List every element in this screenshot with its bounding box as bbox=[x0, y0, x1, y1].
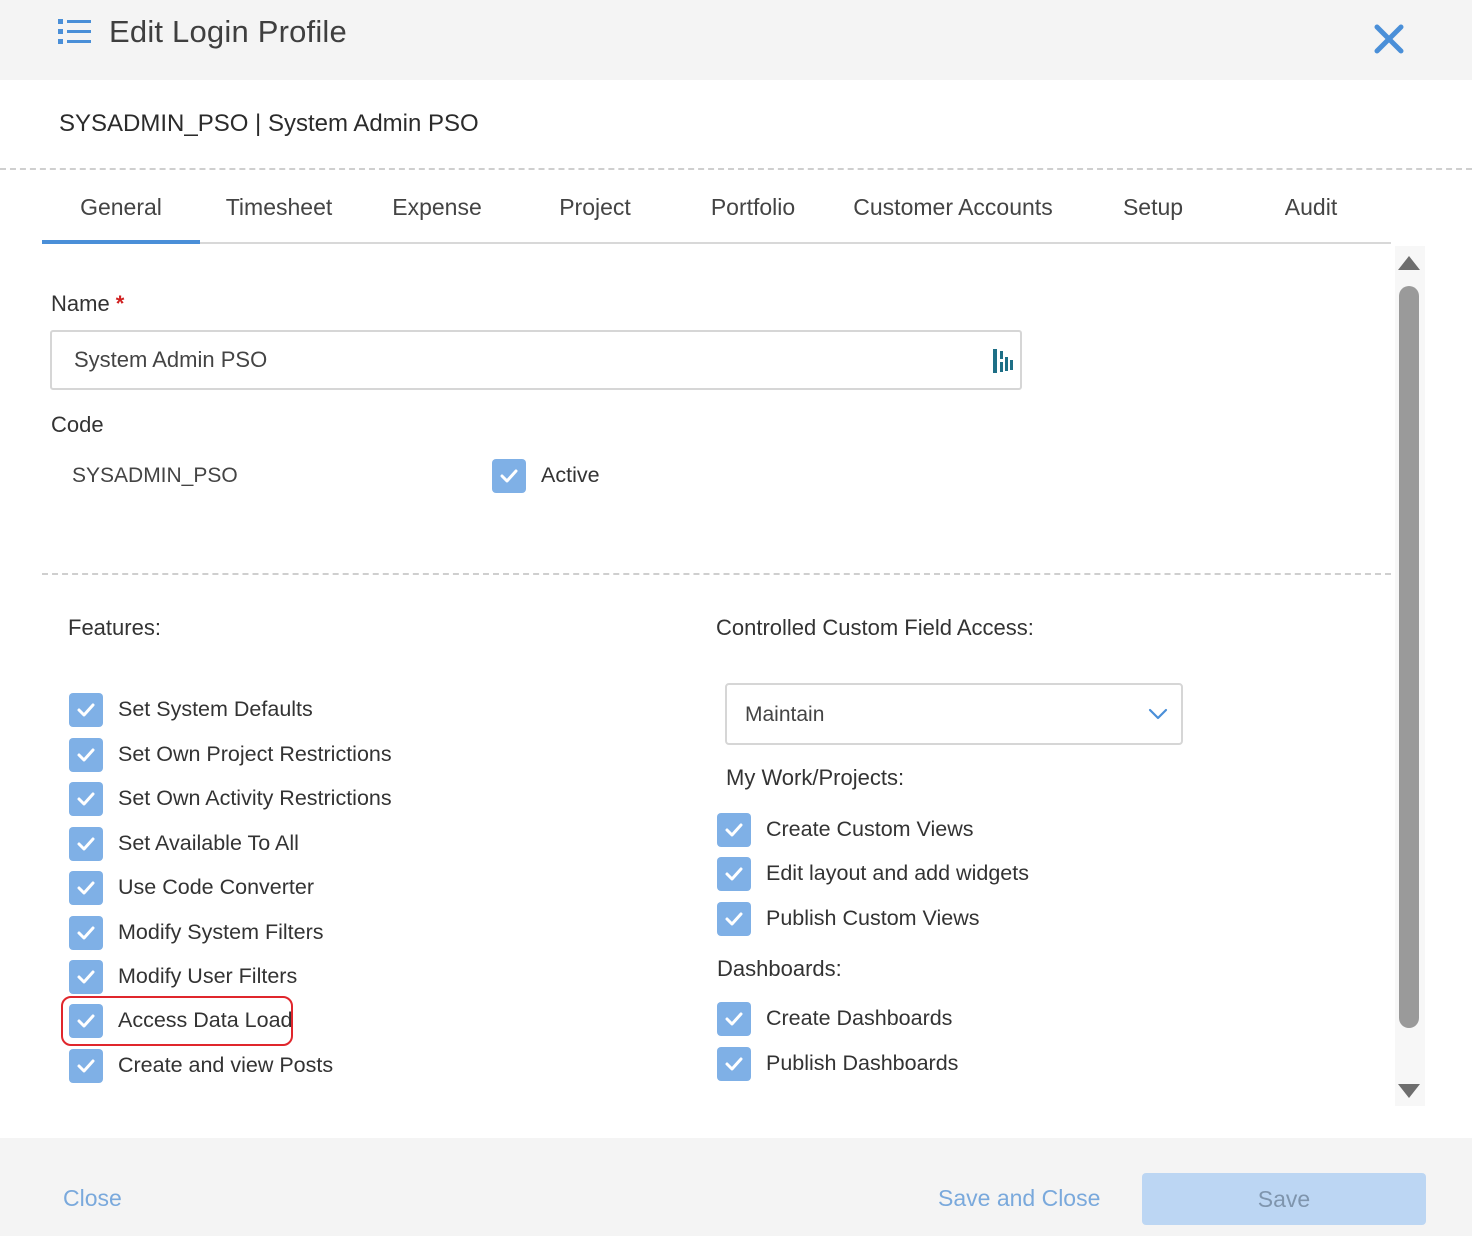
check-icon bbox=[725, 1012, 743, 1026]
dashboards-checkbox[interactable] bbox=[717, 1047, 751, 1081]
required-marker: * bbox=[115, 291, 125, 316]
header-divider bbox=[0, 168, 1472, 170]
section-divider bbox=[42, 573, 1391, 575]
close-button[interactable]: Close bbox=[63, 1185, 122, 1212]
tab-general[interactable]: General bbox=[42, 176, 200, 244]
tab-timesheet[interactable]: Timesheet bbox=[200, 176, 358, 240]
check-icon bbox=[77, 970, 95, 984]
check-icon bbox=[77, 792, 95, 806]
access-data-load-label: Access Data Load bbox=[118, 1008, 293, 1032]
feature-label: Set System Defaults bbox=[118, 697, 313, 721]
feature-label: Set Available To All bbox=[118, 831, 299, 855]
dashboards-heading: Dashboards: bbox=[717, 956, 842, 981]
custom-field-access-select[interactable]: Maintain bbox=[725, 683, 1183, 745]
access-data-load-checkbox[interactable] bbox=[69, 1004, 103, 1038]
select-value: Maintain bbox=[745, 703, 825, 726]
feature-checkbox[interactable] bbox=[69, 738, 103, 772]
code-value: SYSADMIN_PSO bbox=[72, 464, 238, 487]
tab-audit[interactable]: Audit bbox=[1232, 176, 1390, 240]
check-icon bbox=[77, 881, 95, 895]
my-work-label: Publish Custom Views bbox=[766, 906, 980, 930]
feature-label: Create and view Posts bbox=[118, 1053, 334, 1077]
scrollbar-thumb[interactable] bbox=[1399, 286, 1419, 1028]
my-work-checkbox[interactable] bbox=[717, 857, 751, 891]
check-icon bbox=[77, 837, 95, 851]
name-input[interactable]: System Admin PSO bbox=[50, 330, 1022, 390]
tab-portfolio[interactable]: Portfolio bbox=[674, 176, 832, 240]
my-work-checkbox[interactable] bbox=[717, 902, 751, 936]
check-icon bbox=[77, 748, 95, 762]
profile-subtitle: SYSADMIN_PSO | System Admin PSO bbox=[59, 110, 479, 137]
chevron-down-icon bbox=[1148, 708, 1168, 720]
check-icon bbox=[77, 1059, 95, 1073]
dialog-title: Edit Login Profile bbox=[109, 14, 347, 49]
feature-checkbox[interactable] bbox=[69, 782, 103, 816]
scroll-up-arrow-icon[interactable] bbox=[1397, 254, 1421, 272]
active-label: Active bbox=[541, 463, 600, 487]
tab-customer-accounts[interactable]: Customer Accounts bbox=[832, 176, 1074, 240]
active-checkbox[interactable] bbox=[492, 459, 526, 493]
feature-checkbox[interactable] bbox=[69, 960, 103, 994]
feature-checkbox[interactable] bbox=[69, 827, 103, 861]
tab-setup[interactable]: Setup bbox=[1074, 176, 1232, 240]
check-icon bbox=[725, 912, 743, 926]
check-icon bbox=[77, 926, 95, 940]
feature-label: Modify User Filters bbox=[118, 964, 298, 988]
dashboards-label: Publish Dashboards bbox=[766, 1051, 959, 1075]
my-work-heading: My Work/Projects: bbox=[726, 765, 905, 790]
feature-label: Modify System Filters bbox=[118, 920, 324, 944]
feature-checkbox[interactable] bbox=[69, 871, 103, 905]
translate-icon[interactable] bbox=[991, 348, 1015, 374]
check-icon bbox=[725, 1057, 743, 1071]
close-icon[interactable] bbox=[1372, 22, 1406, 56]
list-icon bbox=[58, 18, 92, 46]
save-and-close-button[interactable]: Save and Close bbox=[938, 1185, 1100, 1212]
check-icon bbox=[77, 703, 95, 717]
name-label: Name * bbox=[51, 291, 125, 316]
feature-label: Use Code Converter bbox=[118, 875, 314, 899]
check-icon bbox=[725, 823, 743, 837]
code-label: Code bbox=[51, 412, 104, 437]
feature-label: Set Own Activity Restrictions bbox=[118, 786, 392, 810]
feature-label: Set Own Project Restrictions bbox=[118, 742, 392, 766]
tab-expense[interactable]: Expense bbox=[358, 176, 516, 240]
tab-bar: General Timesheet Expense Project Portfo… bbox=[42, 176, 1391, 244]
dashboards-label: Create Dashboards bbox=[766, 1006, 953, 1030]
check-icon bbox=[77, 1014, 95, 1028]
feature-checkbox[interactable] bbox=[69, 693, 103, 727]
save-button[interactable]: Save bbox=[1142, 1173, 1426, 1225]
features-heading: Features: bbox=[68, 615, 161, 640]
check-icon bbox=[725, 867, 743, 881]
my-work-label: Edit layout and add widgets bbox=[766, 861, 1029, 885]
feature-checkbox[interactable] bbox=[69, 1049, 103, 1083]
custom-field-access-heading: Controlled Custom Field Access: bbox=[716, 615, 1034, 640]
feature-checkbox[interactable] bbox=[69, 916, 103, 950]
scroll-down-arrow-icon[interactable] bbox=[1397, 1082, 1421, 1100]
dashboards-checkbox[interactable] bbox=[717, 1002, 751, 1036]
my-work-label: Create Custom Views bbox=[766, 817, 974, 841]
my-work-checkbox[interactable] bbox=[717, 813, 751, 847]
tab-project[interactable]: Project bbox=[516, 176, 674, 240]
check-icon bbox=[500, 469, 518, 483]
